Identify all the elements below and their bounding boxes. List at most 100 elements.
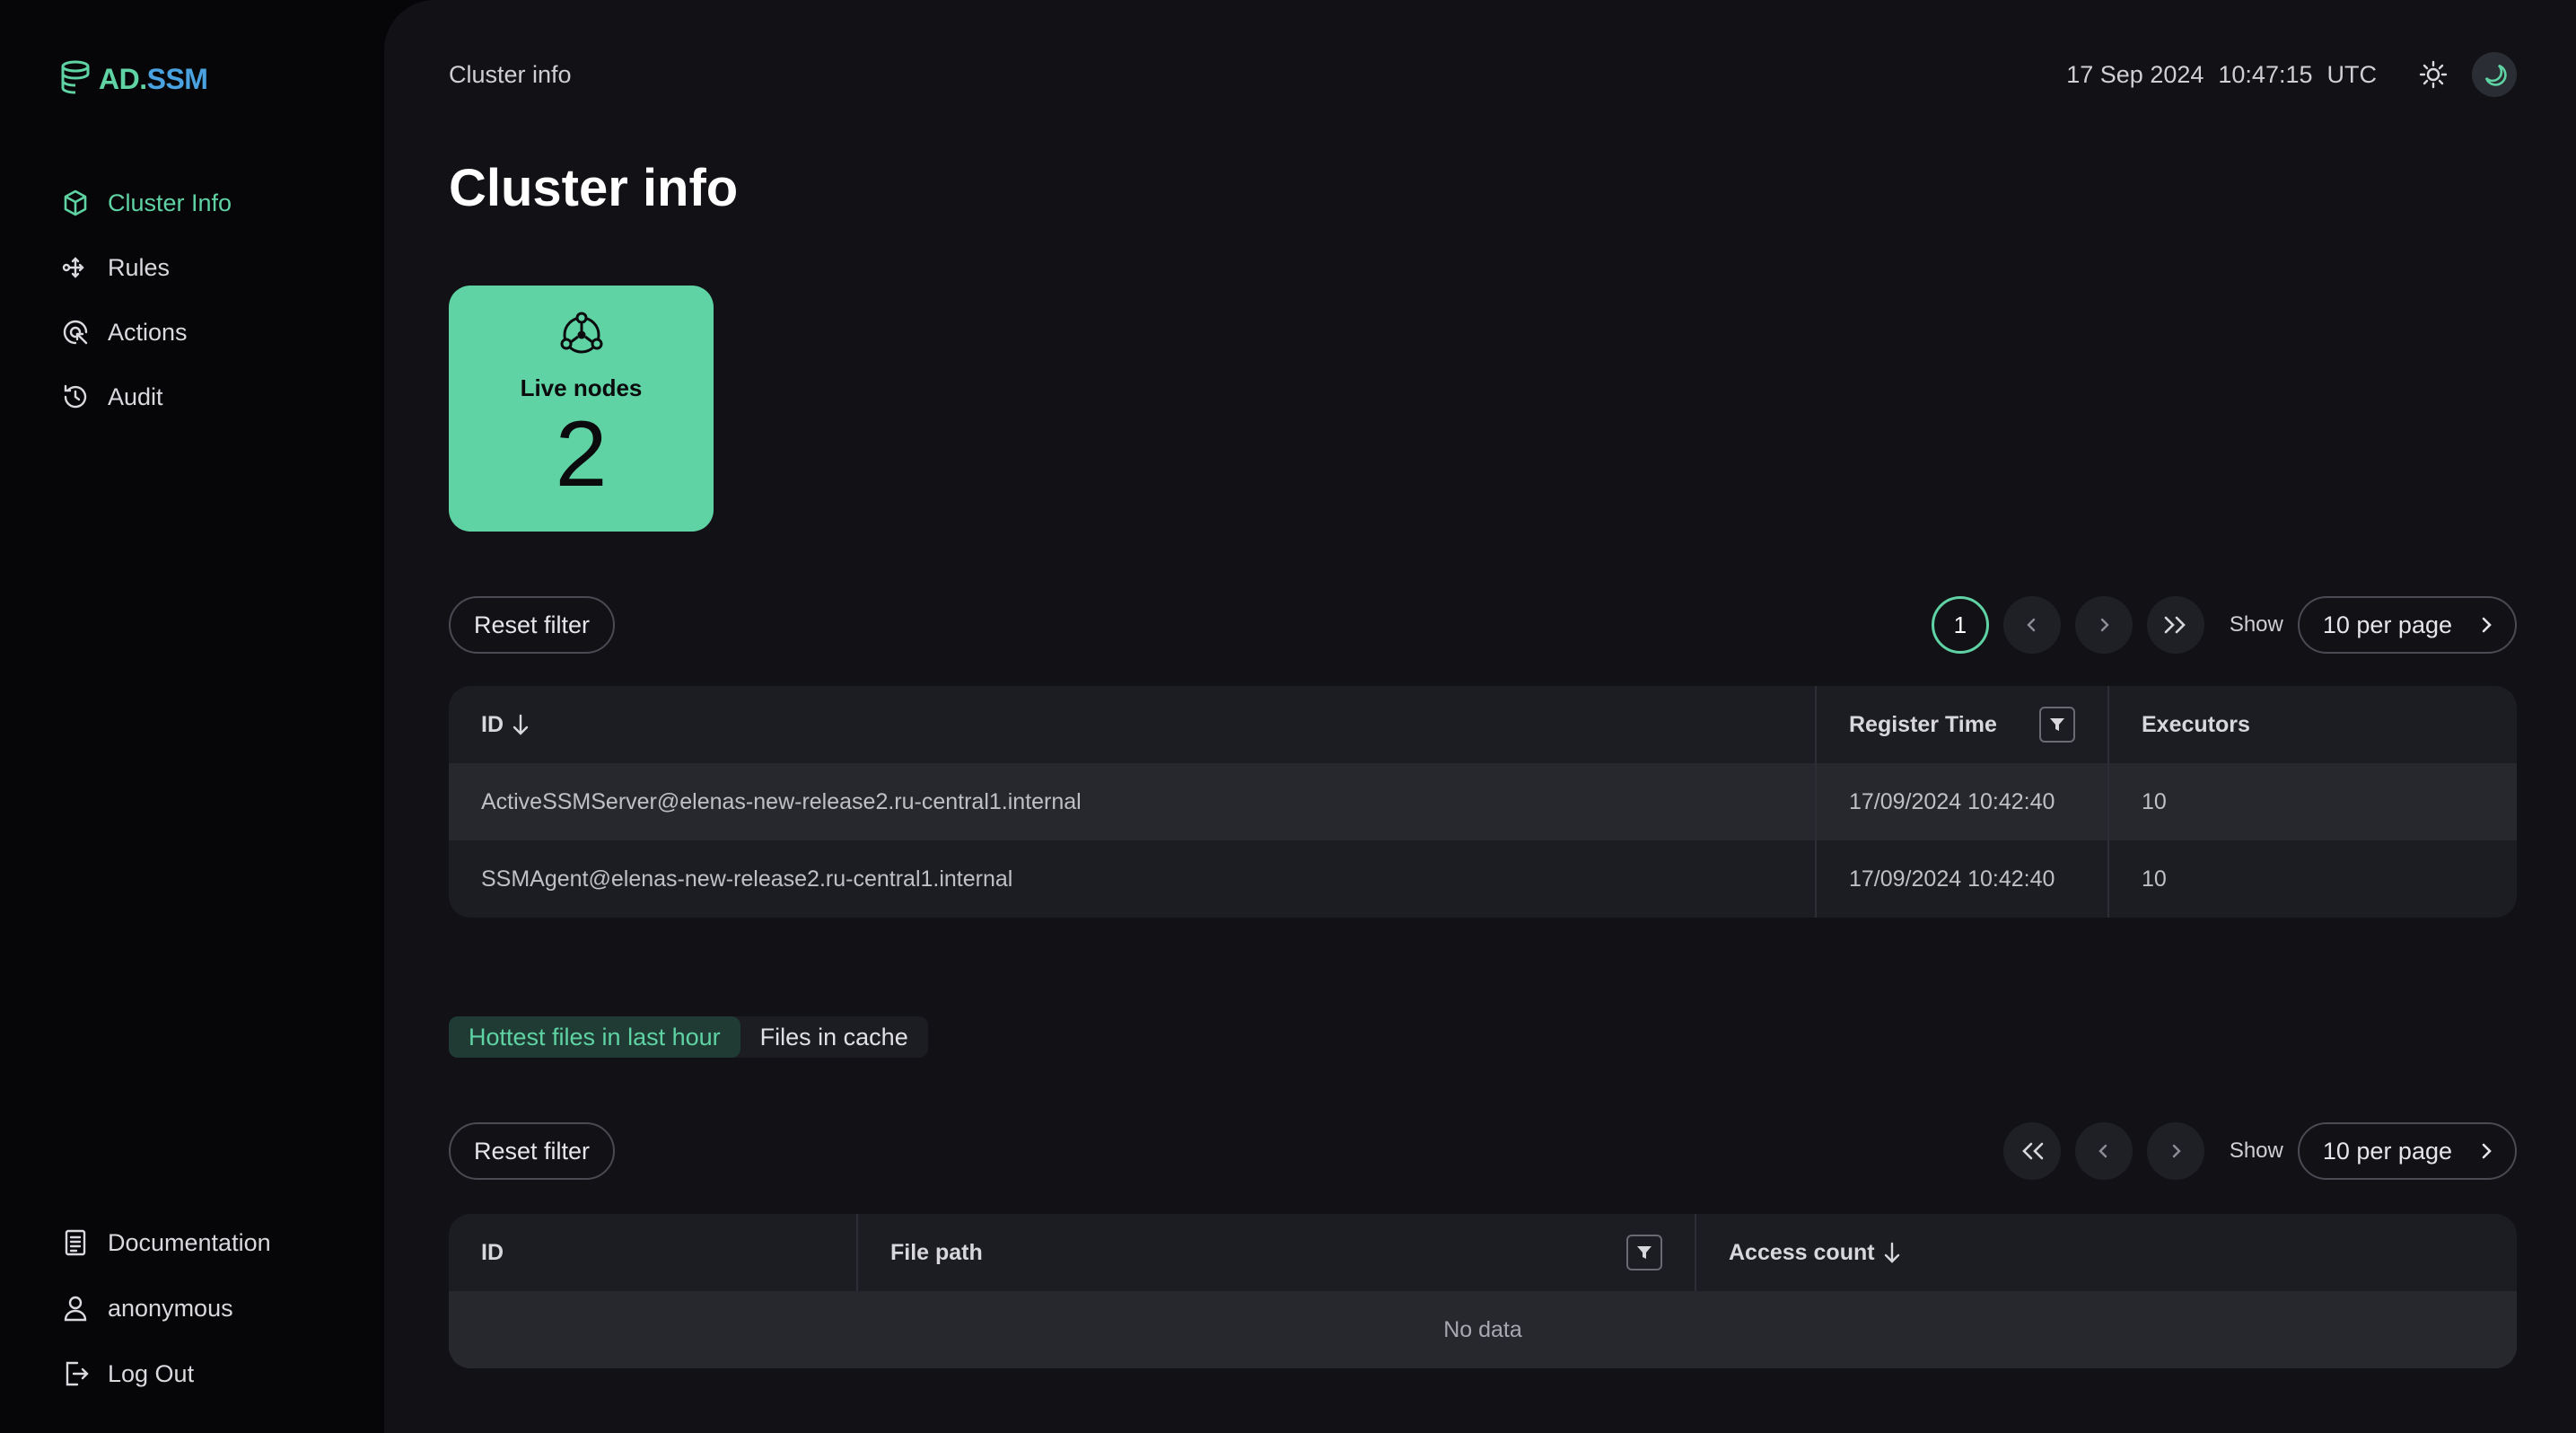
files-table: ID File path Access count No data: [449, 1214, 2517, 1368]
cell-id: ActiveSSMServer@elenas-new-release2.ru-c…: [481, 788, 1082, 814]
files-prev-page-button[interactable]: [2074, 1122, 2133, 1180]
sidebar-item-label: anonymous: [108, 1294, 233, 1322]
sidebar-item-cluster-info[interactable]: Cluster Info: [59, 185, 232, 221]
column-header-executors: Executors: [2107, 686, 2517, 763]
nodes-pagination: 1 Show 10 per page: [1931, 596, 2517, 654]
light-theme-button[interactable]: [2411, 52, 2456, 97]
sidebar-item-rules[interactable]: Rules: [59, 250, 232, 286]
files-pagination: Show 10 per page: [2002, 1122, 2517, 1180]
sidebar: AD.SSM Cluster Info Rules Actions Audit …: [0, 0, 384, 1433]
column-header-file-path: File path: [856, 1214, 1695, 1291]
show-label: Show: [2229, 612, 2283, 637]
flow-icon: [59, 251, 92, 284]
sun-icon: [2419, 60, 2448, 89]
sidebar-item-label: Log Out: [108, 1359, 195, 1387]
column-header-register-time: Register Time: [1815, 686, 2107, 763]
nodes-network-icon: [556, 309, 608, 365]
database-logo-icon: [59, 59, 95, 100]
filter-icon: [1637, 1246, 1652, 1259]
last-page-button[interactable]: [2146, 596, 2204, 654]
file-path-filter-button[interactable]: [1626, 1235, 1662, 1270]
files-tabs: Hottest files in last hour Files in cach…: [449, 1016, 928, 1058]
per-page-select[interactable]: 10 per page: [2297, 596, 2517, 654]
chevron-right-icon: [2482, 1143, 2492, 1159]
table-header: ID Register Time Executors: [449, 686, 2517, 763]
clock: 17 Sep 2024 10:47:15 UTC: [2066, 61, 2377, 89]
box-icon: [59, 187, 92, 219]
document-icon: [59, 1226, 92, 1259]
register-time-filter-button[interactable]: [2039, 707, 2075, 743]
history-icon: [59, 381, 92, 413]
clock-date: 17 Sep 2024: [2066, 61, 2204, 88]
dark-theme-button[interactable]: [2472, 52, 2517, 97]
per-page-value: 10 per page: [2322, 611, 2452, 638]
double-chevron-left-icon: [2021, 1142, 2044, 1160]
sort-down-icon: [513, 714, 529, 735]
table-row[interactable]: ActiveSSMServer@elenas-new-release2.ru-c…: [449, 763, 2517, 840]
next-page-button[interactable]: [2074, 596, 2133, 654]
files-next-page-button[interactable]: [2146, 1122, 2204, 1180]
clock-time: 10:47:15: [2218, 61, 2313, 88]
show-label: Show: [2229, 1138, 2283, 1163]
tab-hottest-files[interactable]: Hottest files in last hour: [449, 1016, 740, 1058]
reset-filter-button[interactable]: Reset filter: [449, 596, 616, 654]
bottom-nav: Documentation anonymous Log Out: [59, 1225, 271, 1421]
moon-icon: [2484, 64, 2507, 86]
tab-files-in-cache[interactable]: Files in cache: [740, 1016, 928, 1058]
sidebar-item-label: Cluster Info: [108, 189, 232, 216]
cell-executors: 10: [2107, 763, 2517, 840]
column-header-id: ID: [481, 1239, 504, 1265]
table-row[interactable]: SSMAgent@elenas-new-release2.ru-central1…: [449, 840, 2517, 918]
first-page-button[interactable]: [2002, 1122, 2061, 1180]
chevron-right-icon: [2482, 617, 2492, 633]
user-icon: [59, 1292, 92, 1324]
files-per-page-select[interactable]: 10 per page: [2297, 1122, 2517, 1180]
page-1-button[interactable]: 1: [1931, 596, 1989, 654]
live-nodes-card: Live nodes 2: [449, 286, 714, 532]
column-label: ID: [481, 711, 504, 737]
target-icon: [59, 316, 92, 348]
sidebar-item-label: Audit: [108, 382, 163, 410]
sidebar-item-label: Actions: [108, 318, 188, 346]
cell-executors: 10: [2107, 840, 2517, 918]
empty-state: No data: [449, 1291, 2517, 1368]
sidebar-item-user[interactable]: anonymous: [59, 1290, 271, 1326]
theme-switcher: [2411, 52, 2517, 97]
column-label: Access count: [1729, 1239, 1875, 1265]
live-nodes-count: 2: [555, 402, 608, 506]
cell-register-time: 17/09/2024 10:42:40: [1815, 840, 2107, 918]
sidebar-item-label: Rules: [108, 253, 171, 281]
live-nodes-label: Live nodes: [520, 374, 643, 401]
cell-register-time: 17/09/2024 10:42:40: [1815, 763, 2107, 840]
sidebar-item-audit[interactable]: Audit: [59, 379, 232, 415]
prev-page-button[interactable]: [2002, 596, 2061, 654]
nodes-table: ID Register Time Executors ActiveSSMServ…: [449, 686, 2517, 918]
sidebar-item-label: Documentation: [108, 1228, 271, 1256]
double-chevron-right-icon: [2164, 616, 2186, 634]
chevron-right-icon: [2100, 618, 2109, 632]
clock-timezone: UTC: [2326, 61, 2378, 88]
cell-id: SSMAgent@elenas-new-release2.ru-central1…: [481, 866, 1013, 892]
page-title: Cluster info: [449, 159, 739, 217]
table-header: ID File path Access count: [449, 1214, 2517, 1291]
chevron-left-icon: [2027, 618, 2036, 632]
column-label: File path: [890, 1239, 983, 1265]
chevron-left-icon: [2098, 1144, 2107, 1158]
sidebar-item-logout[interactable]: Log Out: [59, 1356, 271, 1392]
column-header-id[interactable]: ID: [449, 686, 1815, 763]
breadcrumb: Cluster info: [449, 61, 572, 88]
main-content: Cluster info 17 Sep 2024 10:47:15 UTC Cl…: [384, 0, 2576, 1433]
logo[interactable]: AD.SSM: [59, 57, 208, 101]
logo-text: AD.SSM: [99, 62, 208, 95]
per-page-value: 10 per page: [2322, 1137, 2452, 1165]
main-nav: Cluster Info Rules Actions Audit: [59, 185, 232, 444]
files-reset-filter-button[interactable]: Reset filter: [449, 1122, 616, 1180]
sort-down-icon: [1884, 1242, 1899, 1263]
column-label: Register Time: [1849, 711, 1997, 737]
sidebar-item-actions[interactable]: Actions: [59, 314, 232, 350]
chevron-right-icon: [2172, 1144, 2181, 1158]
column-header-access-count[interactable]: Access count: [1695, 1214, 2517, 1291]
filter-icon: [2050, 718, 2064, 731]
sidebar-item-documentation[interactable]: Documentation: [59, 1225, 271, 1261]
logout-icon: [59, 1358, 92, 1390]
